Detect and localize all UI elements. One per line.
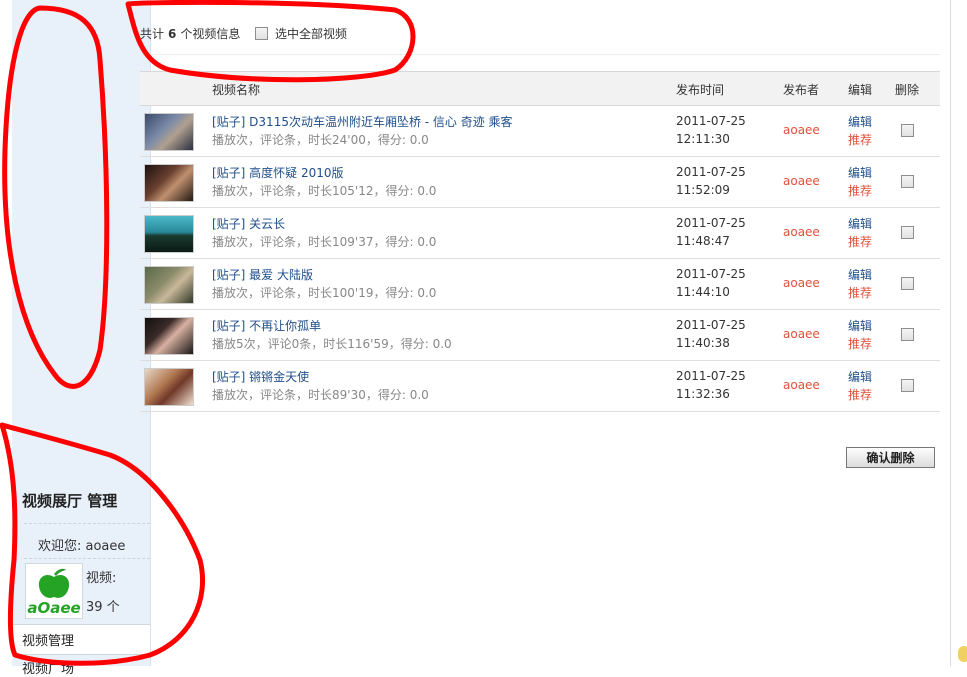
column-header-author: 发布者: [783, 83, 820, 97]
video-count-summary: 共计 6 个视频信息: [140, 25, 240, 42]
recommend-link[interactable]: 推荐: [848, 233, 872, 250]
right-edge-panel: [950, 0, 967, 666]
publish-time: 11:40:38: [676, 336, 730, 350]
sidebar-item-video-manage[interactable]: 视频管理: [12, 624, 150, 655]
delete-checkbox[interactable]: [901, 175, 914, 188]
video-title-link[interactable]: [贴子] 关云长: [212, 215, 285, 232]
confirm-delete-button[interactable]: 确认删除: [846, 447, 935, 468]
recommend-link[interactable]: 推荐: [848, 386, 872, 403]
video-thumbnail[interactable]: [144, 113, 194, 151]
publish-date: 2011-07-25: [676, 165, 746, 179]
header-divider: [140, 54, 940, 55]
edit-link[interactable]: 编辑: [848, 164, 872, 181]
video-meta: 播放次，评论条，时长105'12，得分: 0.0: [212, 184, 437, 198]
video-thumbnail[interactable]: [144, 266, 194, 304]
video-thumbnail[interactable]: [144, 215, 194, 253]
publish-date: 2011-07-25: [676, 318, 746, 332]
count-value: 6: [168, 27, 177, 41]
recommend-link[interactable]: 推荐: [848, 182, 872, 199]
delete-checkbox[interactable]: [901, 226, 914, 239]
video-meta: 播放次，评论条，时长24'00，得分: 0.0: [212, 133, 429, 147]
table-row: [贴子] 不再让你孤单 播放5次，评论0条，时长116'59，得分: 0.0 2…: [140, 309, 940, 361]
edit-link[interactable]: 编辑: [848, 317, 872, 334]
sidebar-divider: [24, 523, 150, 524]
delete-checkbox[interactable]: [901, 124, 914, 137]
video-thumbnail[interactable]: [144, 317, 194, 355]
publish-time: 11:44:10: [676, 285, 730, 299]
publish-time: 11:48:47: [676, 234, 730, 248]
publish-date: 2011-07-25: [676, 216, 746, 230]
column-header-time: 发布时间: [676, 83, 725, 97]
publish-date: 2011-07-25: [676, 114, 746, 128]
author-link[interactable]: aoaee: [783, 327, 820, 341]
column-header-name: 视频名称: [212, 83, 261, 97]
publish-time: 11:52:09: [676, 183, 730, 197]
publish-time: 11:32:36: [676, 387, 730, 401]
delete-checkbox[interactable]: [901, 328, 914, 341]
video-meta: 播放次，评论条，时长89'30，得分: 0.0: [212, 388, 429, 402]
author-link[interactable]: aoaee: [783, 378, 820, 392]
edit-link[interactable]: 编辑: [848, 113, 872, 130]
video-title-link[interactable]: [贴子] 不再让你孤单: [212, 317, 321, 334]
count-suffix: 个视频信息: [180, 27, 241, 41]
edit-link[interactable]: 编辑: [848, 215, 872, 232]
select-all-label[interactable]: 选中全部视频: [275, 25, 347, 42]
count-prefix: 共计: [140, 27, 165, 41]
avatar[interactable]: aOaee: [25, 563, 83, 619]
author-link[interactable]: aoaee: [783, 225, 820, 239]
edit-link[interactable]: 编辑: [848, 368, 872, 385]
avatar-text: aOaee: [27, 599, 80, 617]
author-link[interactable]: aoaee: [783, 174, 820, 188]
publish-time: 12:11:30: [676, 132, 730, 146]
table-row: [贴子] D3115次动车温州附近车厢坠桥 - 信心 奇迹 乘客 播放次，评论条…: [140, 105, 940, 157]
edit-link[interactable]: 编辑: [848, 266, 872, 283]
welcome-text: 欢迎您: aoaee: [38, 539, 126, 554]
notification-icon[interactable]: [958, 646, 967, 662]
video-meta: 播放5次，评论0条，时长116'59，得分: 0.0: [212, 337, 452, 351]
author-link[interactable]: aoaee: [783, 276, 820, 290]
column-header-delete: 删除: [895, 83, 920, 97]
video-title-link[interactable]: [贴子] 最爱 大陆版: [212, 266, 313, 283]
video-count-value: 39 个: [86, 600, 120, 615]
video-meta: 播放次，评论条，时长109'37，得分: 0.0: [212, 235, 437, 249]
delete-checkbox[interactable]: [901, 379, 914, 392]
table-row: [贴子] 最爱 大陆版 播放次，评论条，时长100'19，得分: 0.0 201…: [140, 258, 940, 310]
select-all-checkbox[interactable]: [255, 27, 268, 40]
video-title-link[interactable]: [贴子] 高度怀疑 2010版: [212, 164, 344, 181]
table-row: [贴子] 关云长 播放次，评论条，时长109'37，得分: 0.0 2011-0…: [140, 207, 940, 259]
table-row: [贴子] 锵锵金天使 播放次，评论条，时长89'30，得分: 0.0 2011-…: [140, 360, 940, 412]
sidebar-title: 视频展厅 管理: [22, 492, 118, 510]
video-title-link[interactable]: [贴子] D3115次动车温州附近车厢坠桥 - 信心 奇迹 乘客: [212, 113, 513, 130]
table-row: [贴子] 高度怀疑 2010版 播放次，评论条，时长105'12，得分: 0.0…: [140, 156, 940, 208]
sidebar-divider: [24, 558, 150, 559]
table-header: 视频名称 发布时间 发布者 编辑 删除: [140, 71, 940, 106]
recommend-link[interactable]: 推荐: [848, 131, 872, 148]
sidebar: 视频展厅 管理 欢迎您: aoaee aOaee 视频: 39 个 视频管理 视…: [12, 0, 151, 677]
video-thumbnail[interactable]: [144, 368, 194, 406]
author-link[interactable]: aoaee: [783, 123, 820, 137]
sidebar-item-video-square[interactable]: 视频广场: [22, 658, 74, 677]
publish-date: 2011-07-25: [676, 267, 746, 281]
column-header-edit: 编辑: [848, 83, 873, 97]
video-title-link[interactable]: [贴子] 锵锵金天使: [212, 368, 309, 385]
sidebar-item-label: 视频管理: [22, 634, 75, 649]
delete-checkbox[interactable]: [901, 277, 914, 290]
recommend-link[interactable]: 推荐: [848, 284, 872, 301]
video-count-label: 视频:: [86, 571, 117, 586]
publish-date: 2011-07-25: [676, 369, 746, 383]
video-meta: 播放次，评论条，时长100'19，得分: 0.0: [212, 286, 437, 300]
video-thumbnail[interactable]: [144, 164, 194, 202]
apple-logo-icon: aOaee: [27, 568, 81, 617]
recommend-link[interactable]: 推荐: [848, 335, 872, 352]
